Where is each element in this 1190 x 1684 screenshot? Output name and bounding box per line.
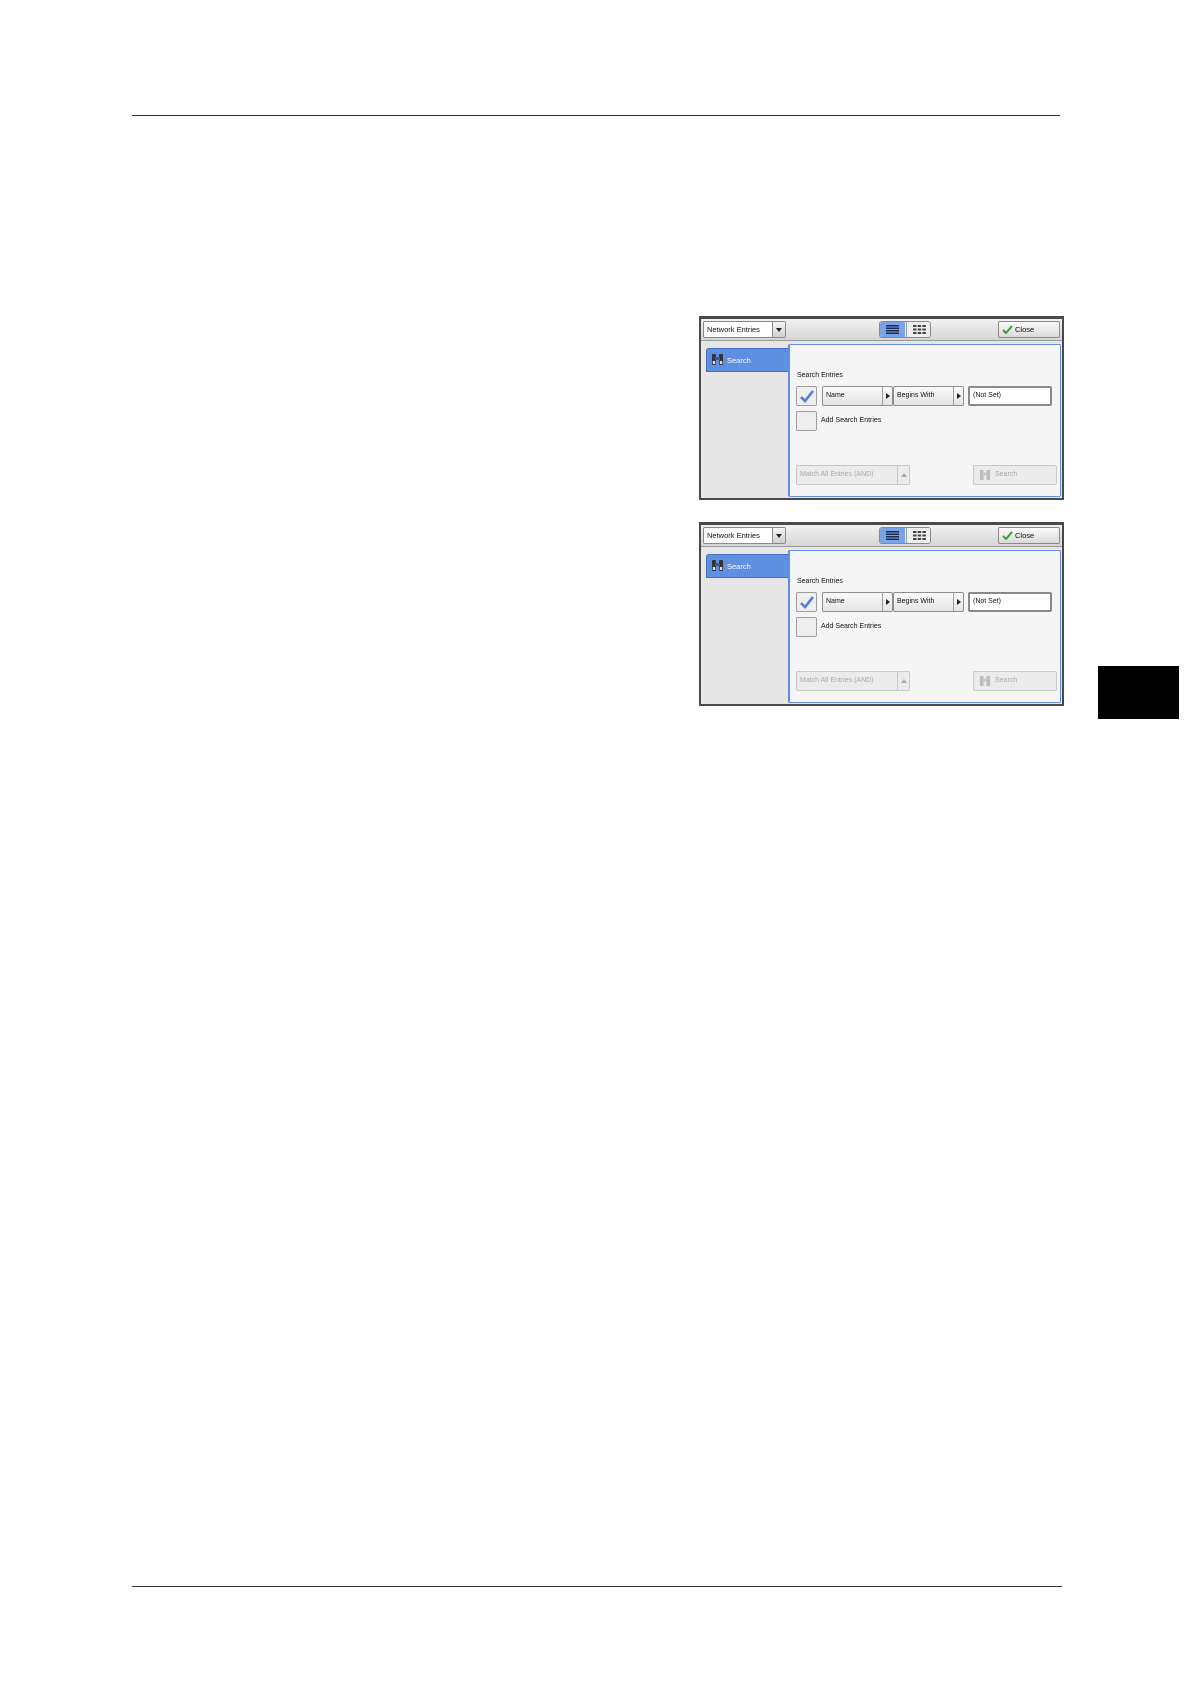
search-button[interactable]: Search <box>973 671 1057 691</box>
check-icon <box>1002 531 1013 540</box>
field-select-value: Name <box>826 598 845 605</box>
close-label: Close <box>1015 325 1035 334</box>
field-select-value: Name <box>826 392 845 399</box>
chevron-up-icon <box>897 672 909 690</box>
match-mode-select[interactable]: Match All Entries (AND) <box>796 465 910 485</box>
grid-view-button[interactable] <box>906 322 930 337</box>
search-value-text: (Not Set) <box>973 598 1002 605</box>
chevron-right-icon <box>953 593 963 611</box>
list-view-icon <box>886 325 899 334</box>
criteria-checkbox[interactable] <box>796 592 817 612</box>
match-mode-value: Match All Entries (AND) <box>800 677 874 684</box>
binoculars-icon <box>979 469 991 481</box>
binoculars-icon <box>712 354 723 365</box>
top-bar: Network Entries Close <box>701 319 1062 341</box>
chapter-tab <box>1098 666 1179 719</box>
add-entries-checkbox[interactable] <box>796 617 817 637</box>
binoculars-icon <box>712 560 723 571</box>
tab-search-label: Search <box>727 356 751 365</box>
operator-select-value: Begins With <box>897 392 935 399</box>
match-mode-value: Match All Entries (AND) <box>800 471 874 478</box>
close-button[interactable]: Close <box>998 527 1060 544</box>
check-icon <box>800 390 815 403</box>
footer-rule <box>132 1586 1062 1587</box>
chevron-down-icon[interactable] <box>772 528 785 543</box>
chevron-right-icon <box>882 387 892 405</box>
search-value-field[interactable]: (Not Set) <box>968 386 1052 406</box>
field-select[interactable]: Name <box>822 386 893 406</box>
add-entries-label: Add Search Entries <box>821 417 882 424</box>
search-screen-1: Network Entries Close Search Search Entr… <box>699 316 1064 500</box>
chevron-right-icon <box>953 387 963 405</box>
top-bar: Network Entries Close <box>701 525 1062 547</box>
list-view-icon <box>886 531 899 540</box>
search-panel: Search Entries Name Begins With (Not Set… <box>788 550 1061 703</box>
tab-search[interactable]: Search <box>706 554 789 578</box>
operator-select[interactable]: Begins With <box>893 592 964 612</box>
search-screen-2: Network Entries Close Search Search Entr… <box>699 522 1064 706</box>
tab-search-label: Search <box>727 562 751 571</box>
check-icon <box>800 596 815 609</box>
search-button-label: Search <box>995 471 1018 478</box>
close-label: Close <box>1015 531 1035 540</box>
match-mode-select[interactable]: Match All Entries (AND) <box>796 671 910 691</box>
check-icon <box>1002 325 1013 334</box>
search-panel: Search Entries Name Begins With (Not Set… <box>788 344 1061 497</box>
close-button[interactable]: Close <box>998 321 1060 338</box>
search-button-label: Search <box>995 677 1018 684</box>
list-view-button[interactable] <box>880 528 905 543</box>
search-button[interactable]: Search <box>973 465 1057 485</box>
grid-view-icon <box>913 531 926 540</box>
criteria-checkbox[interactable] <box>796 386 817 406</box>
search-value-field[interactable]: (Not Set) <box>968 592 1052 612</box>
view-toggle <box>879 527 931 544</box>
view-toggle <box>879 321 931 338</box>
section-title: Search Entries <box>797 372 843 379</box>
tab-search[interactable]: Search <box>706 348 789 372</box>
dropdown-value: Network Entries <box>707 325 760 334</box>
add-entries-checkbox[interactable] <box>796 411 817 431</box>
operator-select-value: Begins With <box>897 598 935 605</box>
search-value-text: (Not Set) <box>973 392 1002 399</box>
header-rule <box>132 115 1060 116</box>
binoculars-icon <box>979 675 991 687</box>
operator-select[interactable]: Begins With <box>893 386 964 406</box>
chevron-up-icon <box>897 466 909 484</box>
dropdown-value: Network Entries <box>707 531 760 540</box>
list-view-button[interactable] <box>880 322 905 337</box>
field-select[interactable]: Name <box>822 592 893 612</box>
add-entries-label: Add Search Entries <box>821 623 882 630</box>
address-book-dropdown[interactable]: Network Entries <box>703 527 786 544</box>
chevron-down-icon[interactable] <box>772 322 785 337</box>
section-title: Search Entries <box>797 578 843 585</box>
grid-view-icon <box>913 325 926 334</box>
chevron-right-icon <box>882 593 892 611</box>
address-book-dropdown[interactable]: Network Entries <box>703 321 786 338</box>
grid-view-button[interactable] <box>906 528 930 543</box>
